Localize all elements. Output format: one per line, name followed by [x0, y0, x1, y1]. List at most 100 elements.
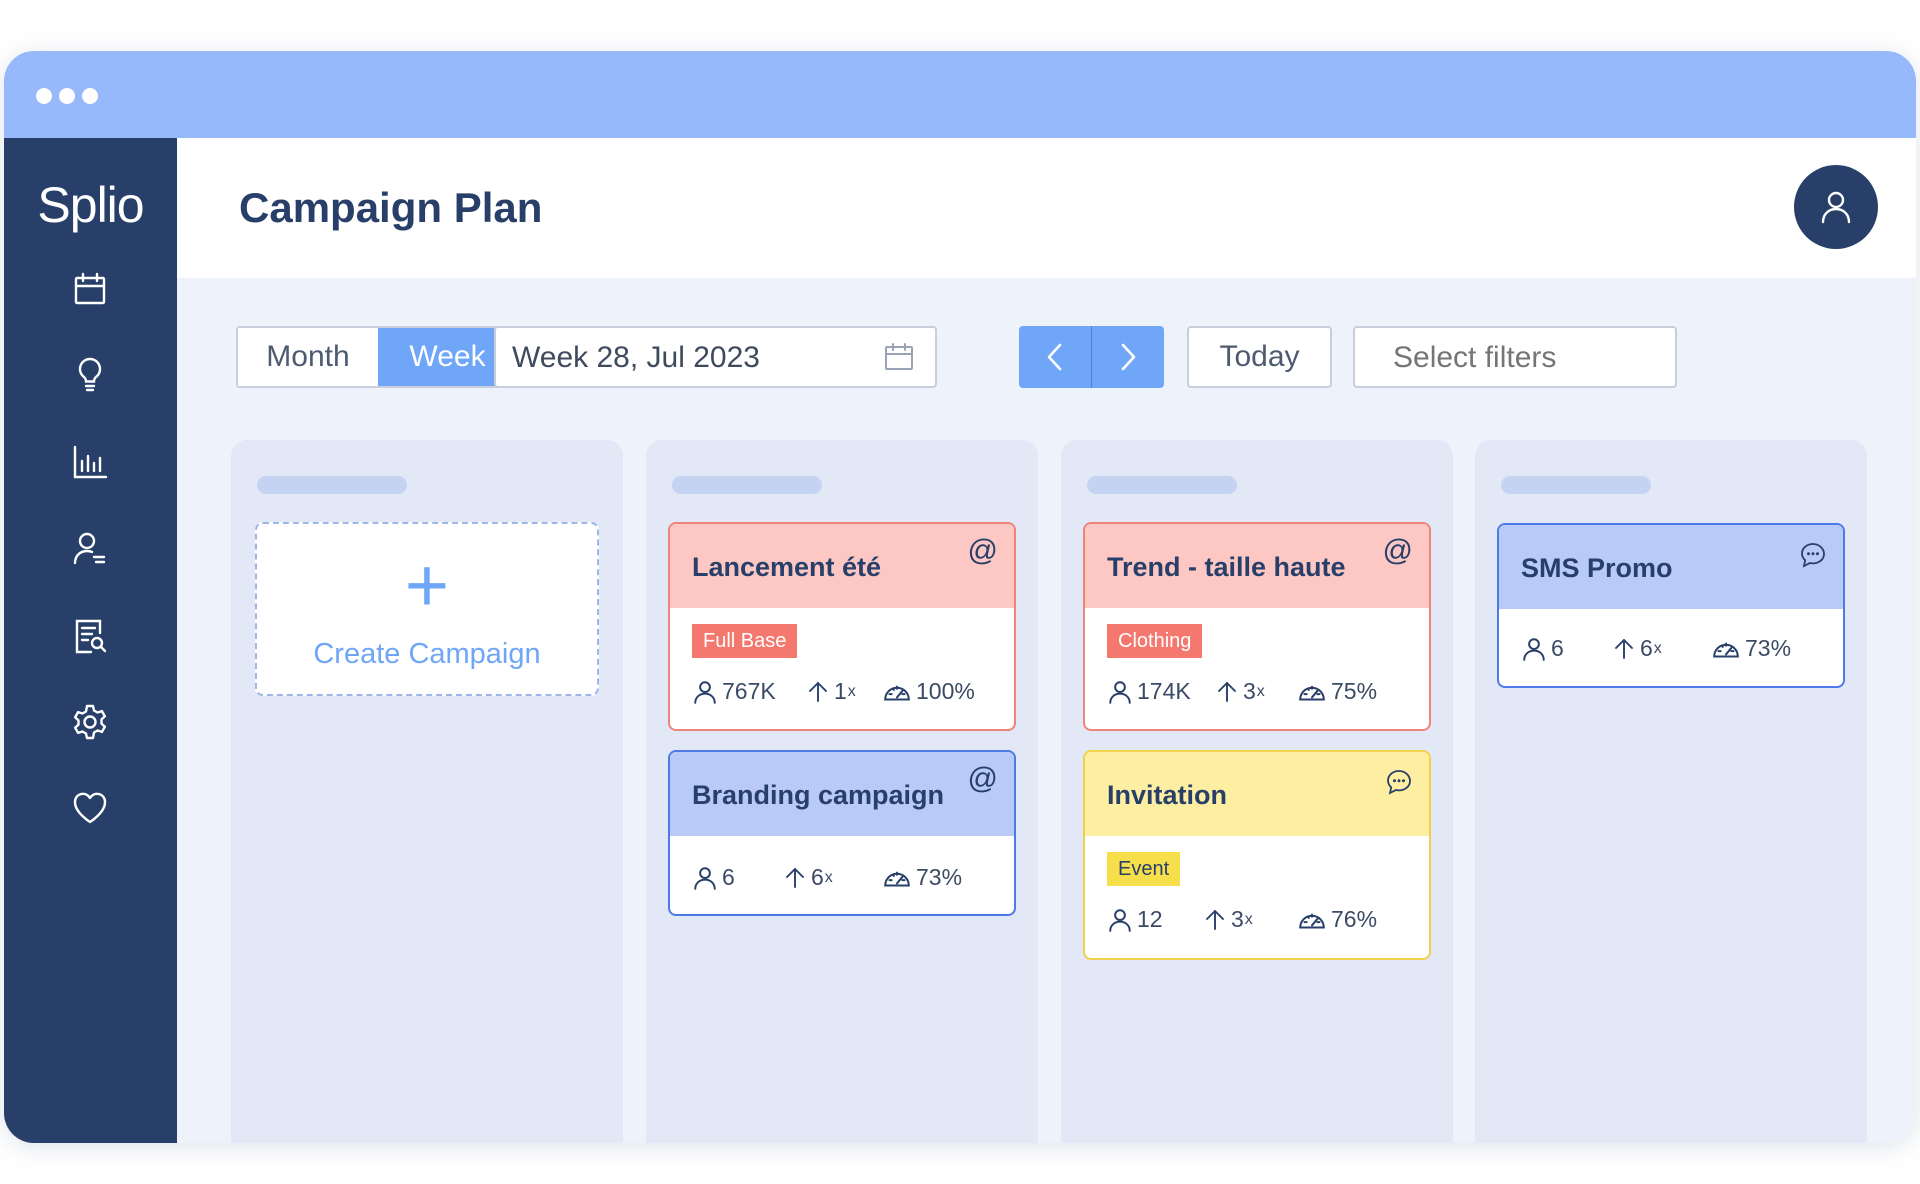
chat-bubble-icon — [1385, 768, 1413, 804]
sends-metric: 3x — [1215, 678, 1265, 705]
chat-bubble-icon — [1799, 541, 1827, 577]
user-icon — [692, 865, 718, 891]
sends-value: 6 — [811, 864, 824, 890]
next-week-button[interactable] — [1092, 326, 1164, 388]
main-content: Campaign Plan Month Week Today — [177, 138, 1916, 1143]
audience-metric: 174K — [1107, 678, 1191, 705]
email-channel-icon: @ — [1382, 534, 1413, 567]
email-channel-icon: @ — [967, 762, 998, 795]
sends-unit: x — [1244, 910, 1253, 928]
column-header-placeholder — [1087, 476, 1237, 494]
performance-value: 73% — [916, 864, 963, 890]
gauge-icon — [882, 865, 912, 891]
filter-input[interactable] — [1391, 328, 1665, 388]
card-header: Invitation — [1085, 752, 1429, 836]
month-view-button[interactable]: Month — [238, 328, 378, 386]
segment-tag: Event — [1107, 852, 1181, 886]
arrow-up-icon — [1203, 908, 1227, 932]
performance-metric: 73% — [1711, 635, 1791, 662]
card-header: Branding campaign @ — [670, 752, 1014, 836]
heart-icon[interactable] — [70, 788, 110, 828]
audience-value: 6 — [722, 864, 735, 890]
arrow-up-icon — [783, 866, 807, 890]
audience-metric: 6 — [692, 864, 735, 891]
card-header: SMS Promo — [1499, 525, 1843, 609]
day-column: Lancement été @ Full Base 767K 1x 100% B… — [646, 440, 1038, 1143]
audience-metric: 6 — [1521, 635, 1564, 662]
arrow-up-icon — [1215, 680, 1239, 704]
plus-icon: + — [404, 543, 450, 628]
sends-value: 3 — [1231, 906, 1244, 932]
gear-icon[interactable] — [70, 702, 110, 742]
user-icon — [1521, 636, 1547, 662]
sends-metric: 6x — [783, 864, 833, 891]
create-campaign-button[interactable]: + Create Campaign — [255, 522, 599, 696]
card-title: Invitation — [1107, 780, 1227, 810]
window-dot — [59, 88, 75, 104]
column-header-placeholder — [672, 476, 822, 494]
audience-metric: 767K — [692, 678, 776, 705]
lightbulb-icon[interactable] — [70, 355, 110, 395]
column-header-placeholder — [1501, 476, 1651, 494]
card-header: Trend - taille haute @ — [1085, 524, 1429, 608]
card-title: Trend - taille haute — [1107, 552, 1346, 582]
performance-metric: 73% — [882, 864, 962, 891]
gauge-icon — [1711, 636, 1741, 662]
performance-value: 76% — [1331, 906, 1378, 932]
view-toggle: Month Week — [236, 326, 519, 388]
audience-value: 12 — [1137, 906, 1163, 932]
audience-value: 174K — [1137, 678, 1191, 704]
sends-metric: 1x — [806, 678, 856, 705]
sidebar: Splio — [4, 138, 177, 1143]
performance-metric: 76% — [1297, 906, 1377, 933]
gauge-icon — [882, 679, 912, 705]
card-title: Lancement été — [692, 552, 882, 582]
audience-value: 767K — [722, 678, 776, 704]
performance-value: 75% — [1331, 678, 1378, 704]
arrow-up-icon — [1612, 637, 1636, 661]
sends-value: 1 — [834, 678, 847, 704]
sends-metric: 6x — [1612, 635, 1662, 662]
user-settings-icon[interactable] — [70, 529, 110, 569]
audience-value: 6 — [1551, 635, 1564, 661]
document-search-icon[interactable] — [70, 616, 110, 656]
campaign-card-trend[interactable]: Trend - taille haute @ Clothing 174K 3x … — [1083, 522, 1431, 731]
user-icon — [692, 679, 718, 705]
user-icon — [1821, 191, 1851, 224]
window-dot — [36, 88, 52, 104]
previous-week-button[interactable] — [1019, 326, 1091, 388]
window-dot — [82, 88, 98, 104]
calendar-icon[interactable] — [70, 269, 110, 309]
gauge-icon — [1297, 679, 1327, 705]
card-title: Branding campaign — [692, 780, 945, 810]
bar-chart-icon[interactable] — [70, 442, 110, 482]
sends-unit: x — [1256, 682, 1265, 700]
date-field[interactable] — [510, 328, 854, 388]
segment-tag: Full Base — [692, 624, 798, 658]
sends-value: 3 — [1243, 678, 1256, 704]
today-button[interactable]: Today — [1187, 326, 1332, 388]
arrow-up-icon — [806, 680, 830, 704]
day-column: + Create Campaign — [231, 440, 623, 1143]
sends-unit: x — [847, 682, 856, 700]
campaign-card-sms-promo[interactable]: SMS Promo 6 6x 73% — [1497, 523, 1845, 688]
campaign-card-branding[interactable]: Branding campaign @ 6 6x 73% — [668, 750, 1016, 916]
window-titlebar — [4, 51, 1916, 138]
campaign-card-lancement[interactable]: Lancement été @ Full Base 767K 1x 100% — [668, 522, 1016, 731]
calendar-icon[interactable] — [883, 341, 915, 373]
user-icon — [1107, 907, 1133, 933]
gauge-icon — [1297, 907, 1327, 933]
card-title: SMS Promo — [1521, 553, 1673, 583]
card-header: Lancement été @ — [670, 524, 1014, 608]
avatar[interactable] — [1794, 165, 1878, 249]
week-navigation — [1019, 326, 1164, 388]
audience-metric: 12 — [1107, 906, 1163, 933]
performance-value: 100% — [916, 678, 975, 704]
app-window: Splio Campaign Plan Month Week Week 28, … — [4, 51, 1916, 1143]
page-header: Campaign Plan — [177, 138, 1916, 278]
filter-select — [1353, 326, 1677, 388]
logo: Splio — [37, 177, 144, 233]
sends-metric: 3x — [1203, 906, 1253, 933]
campaign-card-invitation[interactable]: Invitation Event 12 3x 76% — [1083, 750, 1431, 960]
performance-metric: 75% — [1297, 678, 1377, 705]
